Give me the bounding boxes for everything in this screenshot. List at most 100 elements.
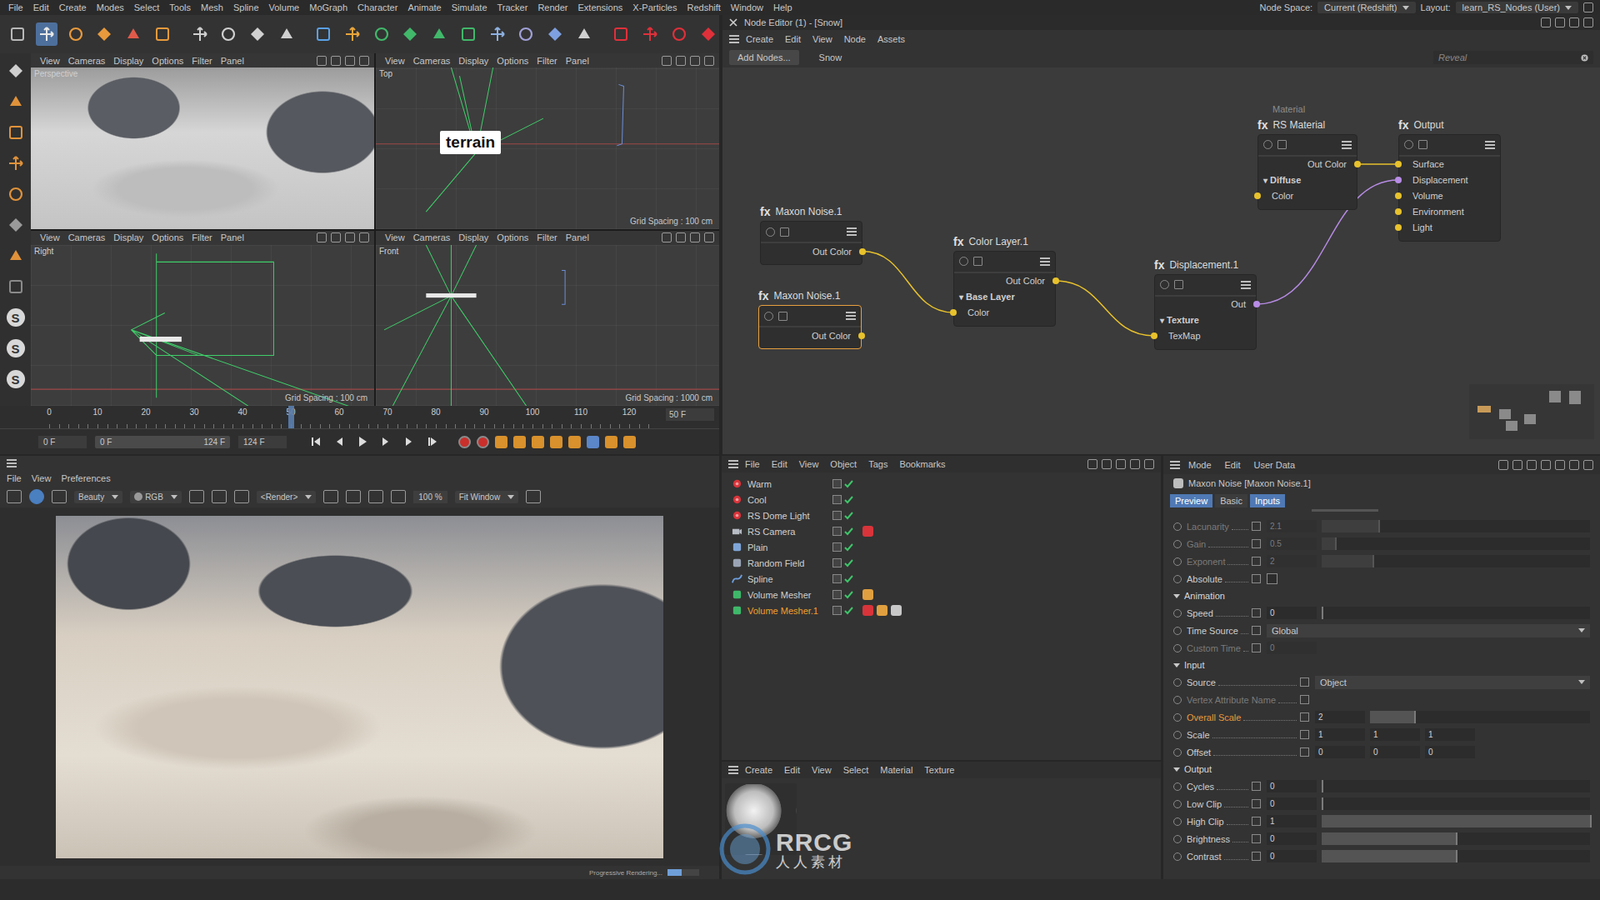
compare-icon[interactable] — [345, 490, 361, 504]
solo-icon[interactable] — [765, 227, 775, 237]
crop-icon[interactable] — [211, 490, 227, 504]
tool-button[interactable] — [341, 22, 365, 46]
node[interactable]: fx Color Layer.1 Out Color ▾ Base Layer … — [953, 232, 1056, 327]
transport-icon[interactable] — [356, 435, 369, 448]
menu-item[interactable]: MoGraph — [304, 2, 353, 13]
slider[interactable] — [1321, 606, 1590, 620]
node-body[interactable]: Out Color ▾ Base Layer Color — [953, 250, 1056, 327]
object-row[interactable]: Cool — [721, 491, 1161, 508]
group-toggle[interactable]: ▾ — [1160, 315, 1165, 325]
panel-icon[interactable] — [690, 55, 700, 66]
node[interactable]: fx Displacement.1 Out ▾ Texture TexMap — [1154, 255, 1257, 350]
side-tool[interactable]: S — [4, 306, 28, 329]
menu-item[interactable]: Select — [129, 2, 165, 13]
check-icon[interactable] — [844, 559, 854, 568]
check-icon[interactable] — [844, 527, 854, 536]
visibility-toggle[interactable] — [832, 590, 842, 600]
side-tool[interactable] — [4, 275, 28, 298]
viewport-canvas[interactable]: Perspective — [30, 67, 375, 230]
port-group[interactable]: ▾ Texture — [1155, 312, 1256, 329]
panel-icon[interactable] — [1498, 460, 1509, 470]
panel-icon[interactable] — [1583, 460, 1594, 470]
viewport-canvas[interactable]: Right Grid Spacing : 100 cm — [30, 245, 375, 407]
key-toggle[interactable] — [1300, 695, 1310, 705]
viewport-menu-item[interactable]: Panel — [216, 232, 249, 243]
port-dot[interactable] — [1052, 277, 1060, 285]
autokey-icon[interactable] — [476, 435, 490, 449]
menu-item[interactable]: View — [806, 765, 837, 775]
visibility-toggle[interactable] — [832, 574, 842, 584]
tool-button[interactable] — [457, 22, 480, 46]
port[interactable]: Displacement — [1399, 172, 1500, 189]
menu-item[interactable]: Redshift — [681, 2, 725, 13]
viewport-menu-item[interactable]: View — [35, 232, 65, 243]
close-icon[interactable] — [729, 18, 738, 27]
preview-icon[interactable] — [778, 311, 788, 321]
key-toggle[interactable] — [1251, 625, 1261, 635]
visibility-toggle[interactable] — [832, 605, 842, 615]
panel-icon[interactable] — [1583, 17, 1594, 28]
menu-item[interactable]: View — [794, 459, 825, 470]
film-icon[interactable] — [6, 490, 22, 504]
menu-item[interactable]: Simulate — [446, 2, 493, 13]
group-toggle[interactable]: ▾ — [1263, 175, 1268, 185]
transport-icon[interactable] — [333, 435, 345, 448]
transport-icon[interactable] — [403, 435, 415, 448]
check-icon[interactable] — [844, 495, 854, 505]
check-icon[interactable] — [844, 480, 854, 489]
panel-icon[interactable] — [1540, 460, 1551, 470]
transport-icon[interactable] — [380, 435, 392, 448]
tool-button[interactable] — [217, 22, 240, 46]
object-row[interactable]: Volume Mesher.1 — [721, 602, 1161, 619]
viewport-menu-item[interactable]: Panel — [561, 55, 594, 66]
menu-item[interactable]: Mesh — [195, 2, 229, 13]
port[interactable]: Out — [1155, 296, 1256, 313]
menu-item[interactable]: File — [3, 2, 29, 13]
side-tool[interactable] — [4, 90, 28, 113]
animate-toggle[interactable] — [1173, 782, 1182, 791]
number-field[interactable]: 2 — [1315, 710, 1365, 724]
animate-toggle[interactable] — [1173, 817, 1182, 826]
number-field[interactable]: 0 — [1266, 606, 1317, 620]
viewport-canvas[interactable]: Front Grid Spacing : 1000 cm — [375, 245, 720, 407]
node[interactable]: fx Maxon Noise.1 Out Color — [758, 286, 862, 350]
viewport-menu-item[interactable]: View — [380, 55, 410, 66]
tool-button[interactable] — [544, 22, 567, 46]
animate-toggle[interactable] — [1173, 540, 1182, 549]
panel-icon[interactable] — [1087, 459, 1098, 470]
menu-item[interactable]: Object — [825, 459, 862, 470]
menu-item[interactable]: Create — [740, 34, 779, 45]
viewport-menu-item[interactable]: Panel — [216, 55, 249, 66]
side-tool[interactable] — [4, 245, 28, 267]
panel-icon[interactable] — [345, 232, 355, 243]
current-frame[interactable]: 50 F — [665, 408, 715, 421]
port-dot[interactable] — [1354, 160, 1361, 168]
panel-icon[interactable] — [1555, 17, 1565, 28]
slider[interactable] — [1321, 797, 1590, 810]
tool-button[interactable] — [610, 22, 633, 46]
material-thumbnail[interactable] — [725, 783, 797, 855]
panel-icon[interactable] — [316, 55, 327, 66]
port-group[interactable]: ▾ Base Layer — [954, 289, 1055, 305]
number-field[interactable]: 0 — [1266, 780, 1317, 793]
slider[interactable] — [1321, 832, 1590, 845]
panel-icon[interactable] — [1512, 460, 1523, 470]
clear-icon[interactable] — [1580, 54, 1589, 62]
tool-button[interactable] — [188, 22, 211, 46]
tool-button[interactable] — [275, 22, 298, 46]
end-frame[interactable]: 124 F — [238, 435, 287, 449]
tag-icon[interactable] — [876, 605, 888, 616]
key-toggle[interactable] — [1300, 677, 1310, 687]
menu-item[interactable]: Select — [838, 765, 875, 775]
menu-item[interactable]: Tracker — [492, 2, 534, 13]
preview-icon[interactable] — [1277, 140, 1287, 150]
port-dot[interactable] — [1395, 224, 1402, 231]
menu-item[interactable]: Render — [532, 2, 573, 13]
key-toggle[interactable] — [1251, 834, 1261, 844]
menu-icon[interactable] — [1040, 257, 1050, 266]
section-header[interactable]: Output — [1163, 760, 1590, 778]
number-field[interactable]: 0 — [1266, 850, 1317, 863]
port[interactable]: Color — [954, 305, 1055, 321]
key-toggle[interactable] — [1251, 539, 1261, 549]
animate-toggle[interactable] — [1173, 522, 1182, 531]
